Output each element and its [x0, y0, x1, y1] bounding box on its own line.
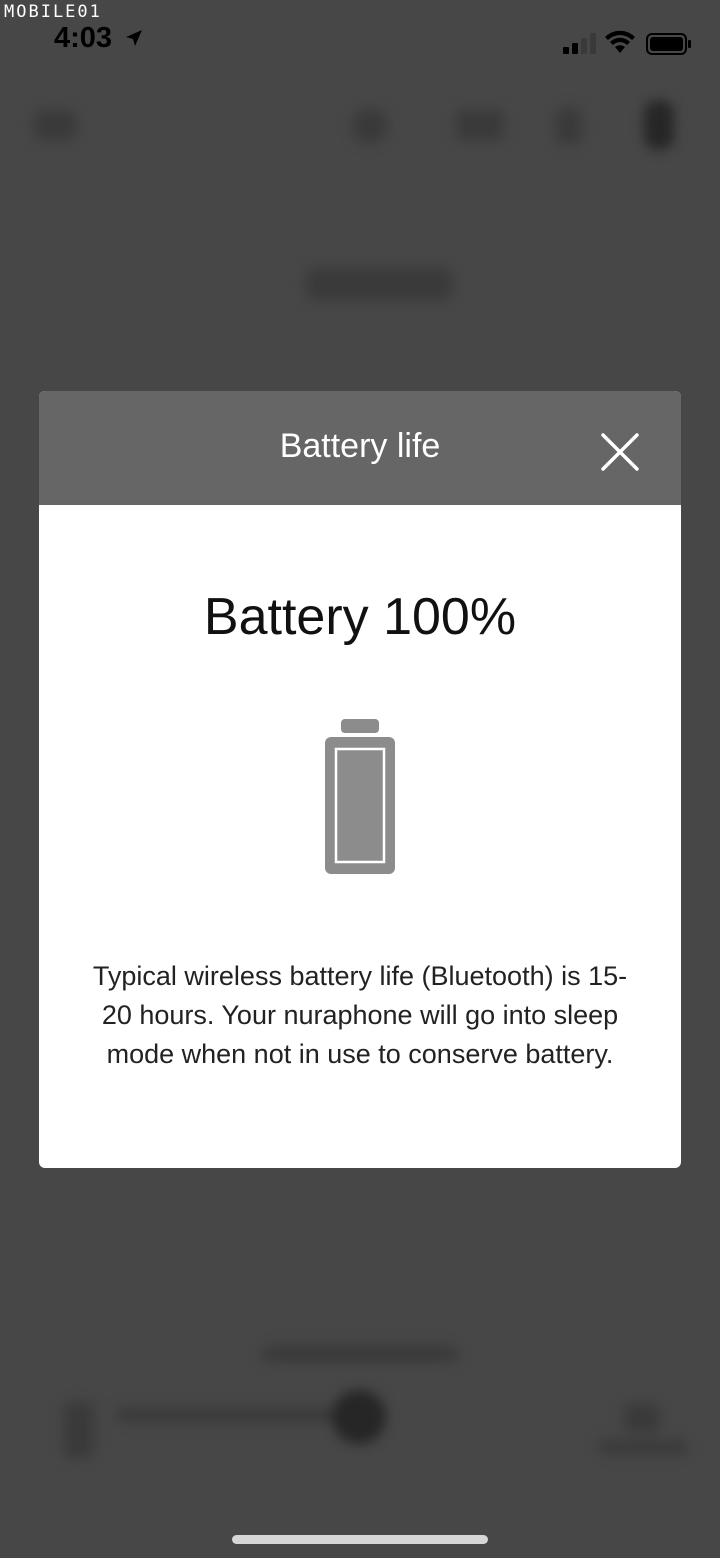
battery-life-modal: Battery life Battery 100% Typical wirele…: [39, 391, 681, 1168]
wifi-icon: [605, 30, 635, 53]
location-arrow-icon: [126, 30, 142, 46]
battery-description: Typical wireless battery life (Bluetooth…: [92, 961, 628, 1069]
bg-device-icon: [644, 100, 674, 150]
bg-slider-caption: [262, 1346, 458, 1362]
modal-header: Battery life: [39, 391, 681, 505]
cellular-signal-icon: [563, 33, 596, 54]
battery-full-icon: [325, 719, 395, 874]
bg-slider-knob: [332, 1390, 386, 1444]
bg-slider-track: [116, 1408, 360, 1422]
bg-left-icon: [64, 1402, 94, 1458]
bg-toolbar-icon-2: [456, 110, 504, 140]
bg-right-icon: [624, 1404, 660, 1432]
bg-toolbar-icon-1: [352, 108, 388, 144]
status-time: 4:03: [54, 22, 113, 54]
watermark: MOBILE01: [4, 2, 102, 22]
home-indicator[interactable]: [232, 1535, 488, 1544]
bg-menu-icon: [34, 110, 76, 140]
modal-title: Battery life: [279, 427, 441, 465]
battery-icon: [646, 33, 691, 55]
battery-percentage-heading: Battery 100%: [203, 588, 517, 646]
screen: MOBILE01 4:03 Battery life Battery 100% …: [0, 0, 720, 1558]
bg-right-caption: [598, 1440, 688, 1454]
close-icon[interactable]: [597, 429, 643, 475]
status-bar: MOBILE01 4:03: [0, 0, 720, 80]
bg-profile-name: [306, 268, 452, 300]
bg-toolbar-icon-3: [556, 108, 582, 144]
